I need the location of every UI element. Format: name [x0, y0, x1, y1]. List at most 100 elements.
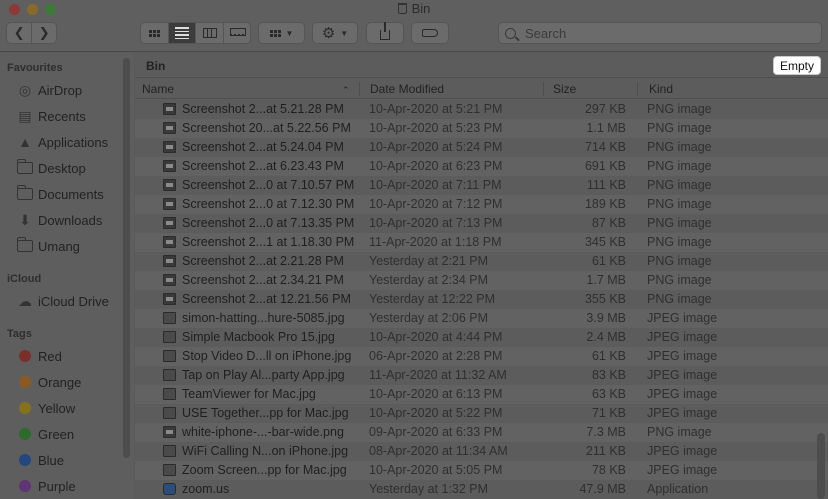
file-row[interactable]: Screenshot 2...at 6.23.43 PM 10-Apr-2020 … [135, 157, 828, 176]
file-date-cell: Yesterday at 2:21 PM [369, 254, 489, 268]
png-file-icon [163, 179, 176, 191]
file-name-cell: Simple Macbook Pro 15.jpg [182, 330, 335, 344]
file-row[interactable]: Screenshot 2...0 at 7.13.35 PM 10-Apr-202… [135, 214, 828, 233]
sidebar-tag-blue[interactable]: Blue [0, 449, 64, 471]
file-date-cell: 10-Apr-2020 at 7:11 PM [369, 178, 502, 192]
file-row[interactable]: Stop Video D...ll on iPhone.jpg 06-Apr-20… [135, 347, 828, 366]
file-row[interactable]: Screenshot 2...at 5.24.04 PM 10-Apr-2020 … [135, 138, 828, 157]
sidebar-tag-orange[interactable]: Orange [0, 371, 81, 393]
file-size-cell: 111 KB [586, 178, 626, 192]
file-row[interactable]: Screenshot 2...1 at 1.18.30 PM 11-Apr-202… [135, 233, 828, 252]
icon-view-button[interactable] [141, 23, 168, 43]
sidebar-item-desktop[interactable]: Desktop [0, 157, 86, 179]
navigation-buttons: ❮ ❯ [6, 22, 57, 44]
cloud-icon: ☁ [18, 292, 32, 309]
file-row[interactable]: TeamViewer for Mac.jpg 10-Apr-2020 at 6:1… [135, 385, 828, 404]
file-name-cell: Zoom Screen...pp for Mac.jpg [182, 463, 347, 477]
forward-button[interactable]: ❯ [31, 23, 56, 43]
file-name-cell: Screenshot 2...at 5.24.04 PM [182, 140, 344, 154]
file-row[interactable]: simon-hatting...hure-5085.jpg Yesterday a… [135, 309, 828, 328]
file-date-cell: Yesterday at 1:32 PM [369, 482, 489, 496]
file-date-cell: 10-Apr-2020 at 5:22 PM [369, 406, 503, 420]
sidebar-item-umang[interactable]: Umang [0, 235, 80, 257]
file-size-cell: 63 KB [591, 387, 626, 401]
sidebar-item-downloads[interactable]: ⬇ Downloads [0, 209, 102, 231]
jpeg-file-icon [163, 407, 176, 419]
file-row[interactable]: Simple Macbook Pro 15.jpg 10-Apr-2020 at … [135, 328, 828, 347]
column-header-name[interactable]: Name [142, 82, 174, 96]
gear-icon: ⚙ [321, 25, 336, 42]
chevron-right-icon: ❯ [38, 25, 50, 40]
file-kind-cell: PNG image [647, 159, 712, 173]
action-menu-button[interactable]: ⚙ ▼ [312, 22, 358, 44]
empty-bin-button[interactable]: Empty [773, 56, 821, 75]
file-size-cell: 1.7 MB [586, 273, 626, 287]
column-header-kind[interactable]: Kind [649, 82, 673, 96]
downloads-icon: ⬇ [19, 211, 31, 228]
search-input[interactable]: Search [498, 22, 822, 44]
sidebar-tag-red[interactable]: Red [0, 345, 62, 367]
sidebar-item-label: Yellow [38, 400, 76, 416]
file-date-cell: 10-Apr-2020 at 5:21 PM [369, 102, 503, 116]
sidebar-item-icloud-drive[interactable]: ☁ iCloud Drive [0, 290, 109, 312]
jpeg-file-icon [163, 369, 176, 381]
sidebar-tag-green[interactable]: Green [0, 423, 74, 445]
group-by-button[interactable]: ▼ [258, 22, 305, 44]
file-kind-cell: PNG image [647, 102, 712, 116]
file-row[interactable]: Screenshot 20...at 5.22.56 PM 10-Apr-2020… [135, 119, 828, 138]
sidebar-item-documents[interactable]: Documents [0, 183, 104, 205]
png-file-icon [163, 198, 176, 210]
jpeg-file-icon [163, 464, 176, 476]
file-name-cell: USE Together...pp for Mac.jpg [182, 406, 349, 420]
file-row[interactable]: Screenshot 2...0 at 7.10.57 PM 10-Apr-202… [135, 176, 828, 195]
jpeg-file-icon [163, 445, 176, 457]
png-file-icon [163, 217, 176, 229]
file-row[interactable]: Screenshot 2...0 at 7.12.30 PM 10-Apr-202… [135, 195, 828, 214]
png-file-icon [163, 236, 176, 248]
file-row[interactable]: zoom.us Yesterday at 1:32 PM 47.9 MB Applic… [135, 480, 828, 499]
tag-button[interactable] [411, 22, 449, 44]
back-button[interactable]: ❮ [7, 23, 31, 43]
file-kind-cell: PNG image [647, 121, 712, 135]
file-row[interactable]: WiFi Calling N...on iPhone.jpg 08-Apr-202… [135, 442, 828, 461]
sidebar-item-label: Orange [38, 374, 82, 390]
sidebar-tag-purple[interactable]: Purple [0, 475, 76, 497]
file-row[interactable]: Screenshot 2...at 2.34.21 PM Yesterday at… [135, 271, 828, 290]
file-row[interactable]: Screenshot 2...at 5.21.28 PM 10-Apr-2020 … [135, 100, 828, 119]
column-header-date[interactable]: Date Modified [370, 82, 444, 96]
file-name-cell: Screenshot 2...0 at 7.10.57 PM [182, 178, 355, 192]
file-date-cell: 10-Apr-2020 at 5:23 PM [369, 121, 503, 135]
file-kind-cell: PNG image [647, 216, 712, 230]
list-view-button[interactable] [168, 23, 196, 43]
file-size-cell: 83 KB [591, 368, 626, 382]
sidebar-item-label: Documents [38, 186, 104, 202]
share-button[interactable] [366, 22, 404, 44]
gallery-view-button[interactable] [222, 23, 250, 43]
file-row[interactable]: USE Together...pp for Mac.jpg 10-Apr-2020… [135, 404, 828, 423]
file-list-scrollbar[interactable] [817, 433, 825, 499]
file-date-cell: 10-Apr-2020 at 4:44 PM [369, 330, 503, 344]
sidebar-tag-yellow[interactable]: Yellow [0, 397, 75, 419]
sidebar-item-recents[interactable]: ▤ Recents [0, 105, 86, 127]
file-date-cell: 09-Apr-2020 at 6:33 PM [369, 425, 503, 439]
png-file-icon [163, 160, 176, 172]
file-row[interactable]: Screenshot 2...at 12.21.56 PM Yesterday a… [135, 290, 828, 309]
file-kind-cell: PNG image [647, 273, 712, 287]
tag-color-dot [19, 402, 31, 414]
sidebar-item-airdrop[interactable]: ◎ AirDrop [0, 79, 82, 101]
file-size-cell: 2.4 MB [586, 330, 626, 344]
file-row[interactable]: white-iphone-...-bar-wide.png 09-Apr-2020… [135, 423, 828, 442]
file-row[interactable]: Screenshot 2...at 2.21.28 PM Yesterday at… [135, 252, 828, 271]
sidebar-item-applications[interactable]: ▲ Applications [0, 131, 108, 153]
sidebar-scrollbar[interactable] [123, 58, 130, 458]
sidebar-item-label: Umang [38, 238, 80, 254]
file-size-cell: 71 KB [591, 406, 626, 420]
share-icon [380, 22, 390, 40]
file-row[interactable]: Zoom Screen...pp for Mac.jpg 10-Apr-2020 … [135, 461, 828, 480]
column-header-size[interactable]: Size [553, 82, 576, 96]
png-file-icon [163, 255, 176, 267]
column-view-button[interactable] [195, 23, 222, 43]
file-row[interactable]: Tap on Play Al...party App.jpg 11-Apr-202… [135, 366, 828, 385]
tag-color-dot [19, 480, 31, 492]
sidebar-item-label: Recents [38, 108, 86, 124]
